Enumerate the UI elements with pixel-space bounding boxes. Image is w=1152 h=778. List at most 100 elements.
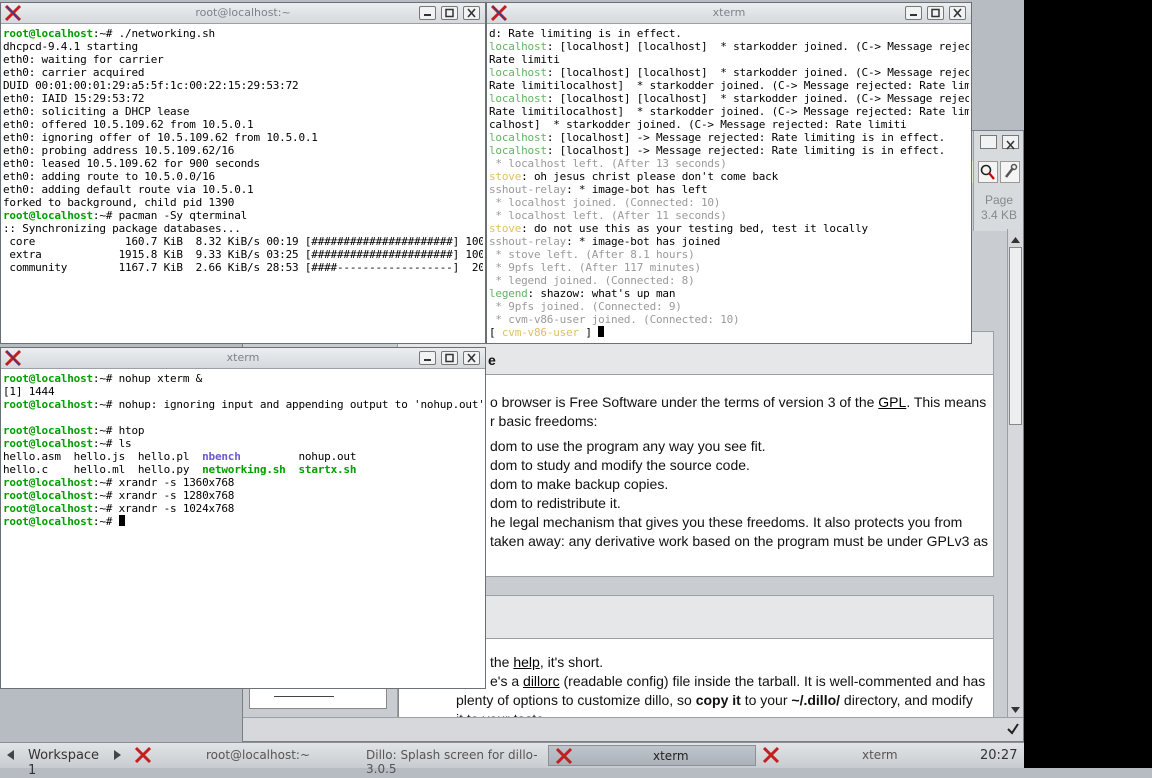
terminal-text: * localhost left. (After 11 seconds) xyxy=(489,209,727,222)
license-text-2: r basic freedoms: xyxy=(490,413,598,429)
terminal-line: eth0: probing address 10.5.109.62/16 xyxy=(3,144,483,157)
terminal-text: :: Synchronizing package databases... xyxy=(3,222,241,235)
close-button[interactable] xyxy=(463,6,480,20)
maximize-button[interactable] xyxy=(927,6,944,20)
terminal-line: calhost] * starkodder joined. (C-> Messa… xyxy=(489,118,969,131)
terminal-line: dhcpcd-9.4.1 starting xyxy=(3,40,483,53)
titlebar[interactable]: root@localhost:~ xyxy=(1,3,485,24)
terminal-text: eth0: waiting for carrier xyxy=(3,53,164,66)
terminal-line: eth0: ignoring offer of 10.5.109.62 from… xyxy=(3,131,483,144)
gpl-link[interactable]: GPL xyxy=(878,394,906,410)
terminal-text: [ xyxy=(489,326,502,339)
minimize-icon xyxy=(910,14,917,16)
terminal-text: localhost xyxy=(489,40,547,53)
titlebar[interactable]: xterm xyxy=(1,348,485,369)
window-title: xterm xyxy=(712,6,746,19)
terminal-line: * cvm-v86-user joined. (Connected: 10) xyxy=(489,313,969,326)
terminal-line: hello.asm hello.js hello.pl nbench nohup… xyxy=(3,450,483,463)
terminal-text: * localhost joined. (Connected: 10) xyxy=(489,196,721,209)
terminal-line: hello.c hello.ml hello.py networking.sh … xyxy=(3,463,483,476)
terminal-line: root@localhost:~# htop xyxy=(3,424,483,437)
terminal-text: dhcpcd-9.4.1 starting xyxy=(3,40,138,53)
config-card: the help, it's short. e's a dillorc (rea… xyxy=(397,595,994,727)
terminal-line: localhost: [localhost] [localhost] * sta… xyxy=(489,92,969,105)
terminal-line: community 1167.7 KiB 2.66 KiB/s 28:53 [#… xyxy=(3,261,483,274)
minimize-button[interactable] xyxy=(419,351,436,365)
terminal-text: eth0: IAID 15:29:53:72 xyxy=(3,92,145,105)
task-xterm[interactable]: xterm xyxy=(758,745,968,766)
options-text: plenty of options to customize dillo, so… xyxy=(456,692,973,708)
minimize-button[interactable] xyxy=(419,6,436,20)
workspace-prev-icon[interactable] xyxy=(4,748,16,762)
terminal-line: root@localhost:~# nohup: ignoring input … xyxy=(3,398,483,411)
terminal-text: root@localhost xyxy=(3,502,93,515)
terminal-line: :: Synchronizing package databases... xyxy=(3,222,483,235)
screen-margin xyxy=(1024,0,1152,768)
clock-text: 20:27 xyxy=(980,748,1018,763)
terminal-line: root@localhost:~# ls xyxy=(3,437,483,450)
terminal-text: eth0: probing address 10.5.109.62/16 xyxy=(3,144,235,157)
dillorc-text: e's a dillorc (readable config) file ins… xyxy=(490,673,985,689)
close-icon xyxy=(467,8,476,18)
terminal-text: legend xyxy=(489,287,528,300)
task-root-terminal[interactable]: root@localhost:~ xyxy=(130,745,340,766)
terminal-text: * 9pfs joined. (Connected: 9) xyxy=(489,300,682,313)
terminal-line: eth0: adding route to 10.5.0.0/16 xyxy=(3,170,483,183)
terminal-text: eth0: ignoring offer of 10.5.109.62 from… xyxy=(3,131,318,144)
terminal-text: root@localhost xyxy=(3,515,93,528)
terminal-text: cvm-v86-user xyxy=(501,326,579,339)
terminal-text: : oh jesus christ please don't come back xyxy=(521,170,779,183)
options-prefix: plenty of options to customize dillo, so xyxy=(456,692,696,708)
terminal-text: root@localhost xyxy=(3,209,93,222)
config-card-header xyxy=(398,596,993,639)
copy-it-text: copy it xyxy=(695,692,741,708)
scroll-thumb[interactable] xyxy=(1009,247,1022,425)
terminal-line: Rate limitilocalhost] * starkodder joine… xyxy=(489,105,969,118)
task-label: root@localhost:~ xyxy=(206,748,311,762)
maximize-button[interactable] xyxy=(441,351,458,365)
terminal-line: d: Rate limiting is in effect. xyxy=(489,27,969,40)
workspace-next-icon[interactable] xyxy=(112,748,124,762)
terminal-line: DUID 00:01:00:01:29:a5:5f:1c:00:22:15:29… xyxy=(3,79,483,92)
terminal-output[interactable]: root@localhost:~# ./networking.sh dhcpcd-… xyxy=(3,27,483,341)
terminal-line: stove: do not use this as your testing b… xyxy=(489,222,969,235)
help-link[interactable]: help xyxy=(513,654,539,670)
window-title: xterm xyxy=(226,351,260,364)
terminal-text: :~# xrandr -s 1280x768 xyxy=(92,489,235,502)
text-cursor xyxy=(118,515,125,526)
close-button[interactable] xyxy=(949,6,966,20)
chat-xterm-window: xterm d: Rate limiting is in effect. loca… xyxy=(486,2,972,344)
terminal-text: : * image-bot has joined xyxy=(566,235,721,248)
task-xterm-active[interactable]: xterm xyxy=(548,745,756,766)
terminal-line: * 9pfs left. (After 117 minutes) xyxy=(489,261,969,274)
x-logo-icon xyxy=(134,746,152,764)
close-button[interactable] xyxy=(463,351,480,365)
task-dillo[interactable]: Dillo: Splash screen for dillo-3.0.5 xyxy=(342,745,552,776)
terminal-text: root@localhost xyxy=(3,489,93,502)
minimize-icon xyxy=(424,14,431,16)
maximize-button[interactable] xyxy=(441,6,458,20)
window-title: root@localhost:~ xyxy=(195,6,291,19)
legal-text: taken away: any derivative work based on… xyxy=(490,533,989,549)
freedom-item: dom to make backup copies. xyxy=(490,476,669,492)
dillorc-prefix: e's a xyxy=(490,673,524,689)
terminal-text: Rate limiti xyxy=(489,53,560,66)
terminal-line: root@localhost:~# xyxy=(3,515,483,528)
terminal-text: :~# nohup: ignoring input and appending … xyxy=(92,398,483,411)
terminal-line: forked to background, child pid 1390 xyxy=(3,196,483,209)
terminal-line: eth0: soliciting a DHCP lease xyxy=(3,105,483,118)
terminal-text: localhost xyxy=(489,144,547,157)
dillo-dir-text: ~/.dillo/ xyxy=(791,692,841,708)
terminal-output[interactable]: root@localhost:~# nohup xterm & [1] 1444 r… xyxy=(3,372,483,686)
scroll-down-arrow-icon[interactable] xyxy=(1009,701,1022,713)
terminal-text: eth0: adding default route via 10.5.0.1 xyxy=(3,183,254,196)
terminal-line: eth0: carrier acquired xyxy=(3,66,483,79)
vertical-scrollbar[interactable] xyxy=(1007,229,1023,717)
minimize-button[interactable] xyxy=(905,6,922,20)
dillorc-link[interactable]: dillorc xyxy=(523,673,560,689)
terminal-text: Rate limitilocalhost] * starkodder joine… xyxy=(489,105,969,118)
titlebar[interactable]: xterm xyxy=(487,3,971,24)
terminal-line: Rate limiti xyxy=(489,53,969,66)
scroll-up-arrow-icon[interactable] xyxy=(1009,231,1022,243)
chat-output[interactable]: d: Rate limiting is in effect. localhost:… xyxy=(489,27,969,341)
